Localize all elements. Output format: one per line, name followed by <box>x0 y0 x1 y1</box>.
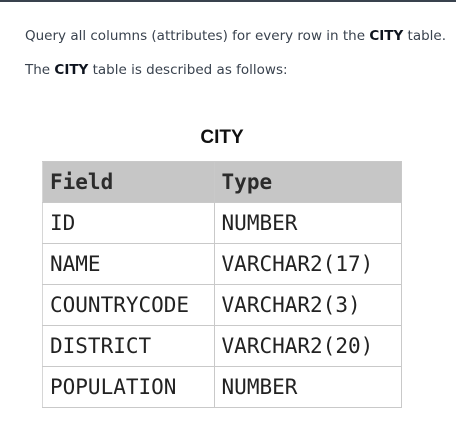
top-border <box>0 0 456 2</box>
field-cell: POPULATION <box>42 366 215 408</box>
column-header-type: Type <box>213 161 403 203</box>
type-cell: VARCHAR2(17) <box>213 243 403 285</box>
table-caption: CITY <box>200 127 244 148</box>
description-text-after: table is described as follows: <box>88 62 288 78</box>
column-header-field: Field <box>42 161 215 203</box>
table-row: COUNTRYCODE VARCHAR2(3) <box>42 284 403 326</box>
type-cell: NUMBER <box>213 202 403 244</box>
field-cell: COUNTRYCODE <box>42 284 215 326</box>
statement-text-before: Query all columns (attributes) for every… <box>25 28 370 44</box>
field-cell: NAME <box>42 243 215 285</box>
problem-statement: Query all columns (attributes) for every… <box>25 27 446 45</box>
type-cell: NUMBER <box>213 366 403 408</box>
table-description: The CITY table is described as follows: <box>25 61 288 79</box>
type-cell: VARCHAR2(3) <box>213 284 403 326</box>
table-header-row: Field Type <box>42 161 403 203</box>
table-row: DISTRICT VARCHAR2(20) <box>42 325 403 367</box>
type-cell: VARCHAR2(20) <box>213 325 403 367</box>
description-table-name: CITY <box>54 62 89 78</box>
table-row: ID NUMBER <box>42 202 403 244</box>
statement-text-after: table. <box>403 28 447 44</box>
field-cell: DISTRICT <box>42 325 215 367</box>
schema-table: Field Type ID NUMBER NAME VARCHAR2(17) C… <box>42 161 403 408</box>
description-text-before: The <box>25 62 55 78</box>
table-row: POPULATION NUMBER <box>42 366 403 408</box>
statement-table-name: CITY <box>369 28 404 44</box>
field-cell: ID <box>42 202 215 244</box>
table-row: NAME VARCHAR2(17) <box>42 243 403 285</box>
